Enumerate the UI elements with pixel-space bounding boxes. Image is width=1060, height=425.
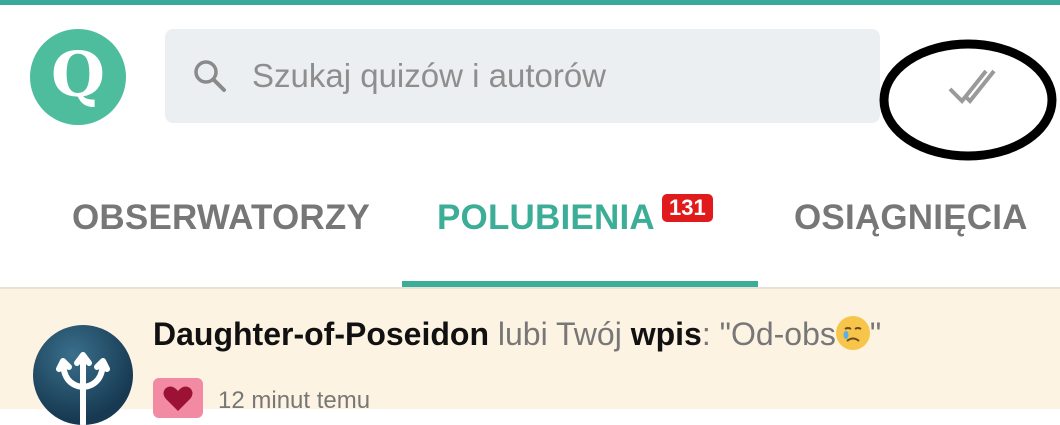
trident-icon xyxy=(56,352,110,425)
crying-face-icon xyxy=(835,316,870,350)
search-input[interactable]: Szukaj quizów i autorów xyxy=(165,29,880,123)
tab-obserwatorzy[interactable]: OBSERWATORZY xyxy=(72,198,370,238)
search-placeholder: Szukaj quizów i autorów xyxy=(252,57,607,94)
logo-letter: Q xyxy=(50,38,105,111)
notification-item[interactable]: Daughter-of-Poseidon lubi Twój wpis: "Od… xyxy=(0,289,1060,425)
tab-polubienia[interactable]: POLUBIENIA xyxy=(437,198,655,238)
like-type-badge xyxy=(153,378,203,418)
notification-action: lubi Twój xyxy=(497,316,622,352)
timestamp: 12 minut temu xyxy=(218,387,371,414)
search-icon xyxy=(194,60,226,92)
header: Q Szukaj quizów i autorów xyxy=(0,5,1060,161)
tab-osiagniecia[interactable]: OSIĄGNIĘCIA xyxy=(794,198,1028,238)
notification-object: wpis xyxy=(630,316,702,352)
count-badge: 131 xyxy=(662,194,713,223)
tab-bar: OBSERWATORZY POLUBIENIA 131 OSIĄGNIĘCIA xyxy=(0,170,1060,288)
notification-sep: : xyxy=(701,316,711,352)
heart-icon xyxy=(163,386,193,411)
annotation-circle xyxy=(879,39,1057,161)
notification-quote: "Od-obs xyxy=(719,316,836,352)
notification-user[interactable]: Daughter-of-Poseidon xyxy=(153,316,489,352)
notification-quote-end: " xyxy=(869,316,882,352)
avatar[interactable] xyxy=(33,325,133,425)
notification-text: Daughter-of-Poseidon lubi Twój wpis: "Od… xyxy=(153,316,881,353)
app-logo[interactable]: Q xyxy=(30,29,126,125)
